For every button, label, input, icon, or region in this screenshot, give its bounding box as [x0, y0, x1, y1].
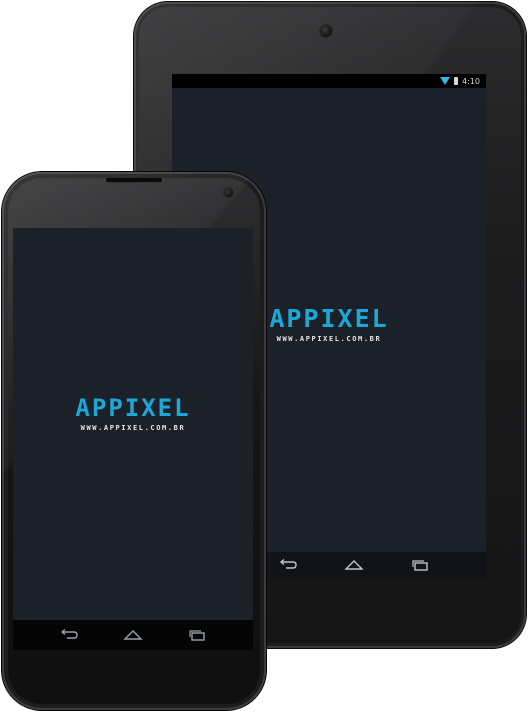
phone-screen: APPIXEL WWW.APPIXEL.COM.BR [13, 228, 253, 620]
earpiece-speaker [106, 178, 162, 182]
front-camera-icon [224, 188, 233, 197]
recent-apps-icon[interactable] [187, 628, 207, 642]
device-mockup-stage: 4:10 APPIXEL WWW.APPIXEL.COM.BR APPIXEL … [0, 0, 528, 718]
status-bar: 4:10 [172, 74, 486, 88]
phone-device: APPIXEL WWW.APPIXEL.COM.BR [2, 172, 266, 710]
home-icon[interactable] [344, 558, 364, 572]
navigation-bar [13, 620, 253, 650]
recent-apps-icon[interactable] [410, 558, 430, 572]
front-camera-icon [320, 25, 332, 37]
back-icon[interactable] [278, 558, 298, 572]
brand-wordmark: APPIXEL [75, 394, 191, 422]
splash-logo: APPIXEL WWW.APPIXEL.COM.BR [13, 396, 253, 432]
battery-icon [454, 77, 459, 85]
back-icon[interactable] [59, 628, 79, 642]
wifi-icon [440, 77, 451, 85]
home-icon[interactable] [123, 628, 143, 642]
website-url: WWW.APPIXEL.COM.BR [80, 424, 186, 432]
status-clock: 4:10 [462, 76, 480, 86]
